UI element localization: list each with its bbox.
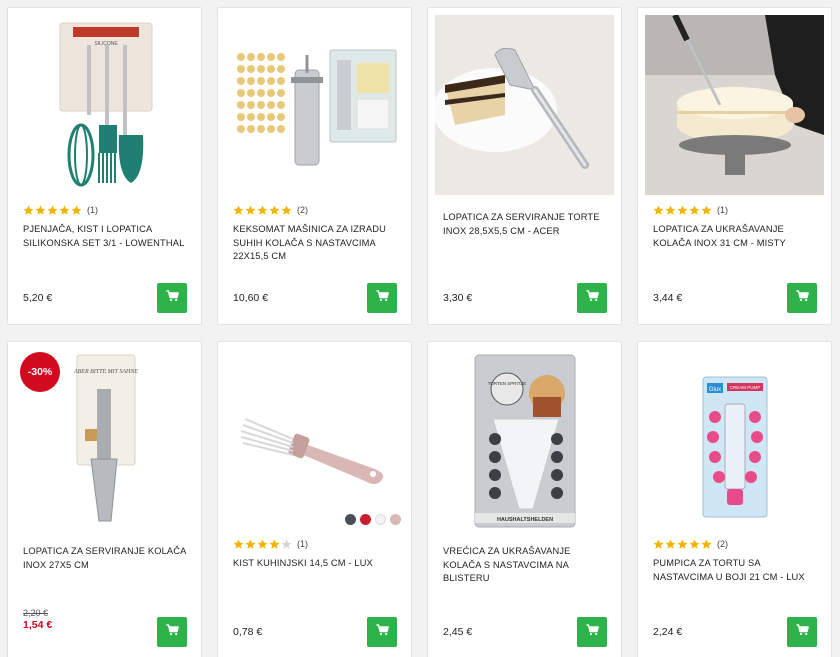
product-title[interactable]: VREĆICA ZA UKRAŠAVANJE KOLAČA S NASTAVCI…	[443, 545, 609, 586]
price: 2,24 €	[653, 626, 683, 638]
star-filled-icon	[35, 205, 46, 215]
product-title[interactable]: LOPATICA ZA UKRAŠAVANJE KOLAČA INOX 31 C…	[653, 223, 819, 250]
price: 3,44 €	[653, 292, 683, 304]
add-to-cart-button[interactable]	[577, 617, 607, 647]
add-to-cart-button[interactable]	[367, 283, 397, 313]
rating: (2)	[233, 203, 308, 217]
star-filled-icon	[245, 539, 256, 549]
cart-icon	[166, 289, 179, 307]
review-count: (1)	[87, 205, 98, 215]
color-swatch[interactable]	[375, 514, 386, 525]
star-filled-icon	[47, 205, 58, 215]
star-filled-icon	[59, 205, 70, 215]
rating: (1)	[23, 203, 98, 217]
star-filled-icon	[677, 539, 688, 549]
product-image[interactable]	[645, 15, 824, 195]
product-image[interactable]: SILICONE	[15, 15, 194, 195]
star-filled-icon	[677, 205, 688, 215]
star-filled-icon	[653, 205, 664, 215]
product-image[interactable]	[225, 15, 404, 195]
price: 2,45 €	[443, 626, 473, 638]
add-to-cart-button[interactable]	[577, 283, 607, 313]
cart-icon	[376, 289, 389, 307]
product-title[interactable]: LOPATICA ZA SERVIRANJE TORTE INOX 28,5X5…	[443, 211, 609, 238]
star-filled-icon	[233, 539, 244, 549]
product-title[interactable]: KEKSOMAT MAŠINICA ZA IZRADU SUHIH KOLAČA…	[233, 223, 399, 264]
star-rating	[653, 539, 712, 550]
cart-icon	[796, 623, 809, 641]
discount-badge: -30%	[20, 352, 60, 392]
review-count: (1)	[297, 539, 308, 549]
package-brand: Glux	[709, 387, 721, 393]
star-filled-icon	[257, 205, 268, 215]
cart-icon	[376, 623, 389, 641]
star-rating	[23, 205, 82, 216]
price: 5,20 €	[23, 292, 53, 304]
star-rating	[233, 539, 292, 550]
product-card[interactable]: LOPATICA ZA SERVIRANJE TORTE INOX 28,5X5…	[427, 7, 622, 325]
product-image[interactable]: TORTEN SPRITZE HAUSHALTSHELDEN	[435, 349, 614, 529]
cart-icon	[796, 289, 809, 307]
rating: (1)	[653, 203, 728, 217]
rating: (1)	[233, 537, 308, 551]
price: 10,60 €	[233, 292, 269, 304]
package-label: CREAM PUMP	[730, 385, 761, 390]
add-to-cart-button[interactable]	[157, 617, 187, 647]
color-swatch[interactable]	[390, 514, 401, 525]
product-image[interactable]: Glux CREAM PUMP	[645, 349, 824, 529]
package-brand: HAUSHALTSHELDEN	[497, 517, 553, 523]
star-filled-icon	[269, 539, 280, 549]
old-price: 2,20 €	[23, 608, 49, 618]
review-count: (2)	[717, 539, 728, 549]
cart-icon	[166, 623, 179, 641]
product-card[interactable]: Glux CREAM PUMP (2) PUMPICA ZA TORTU SA …	[637, 341, 832, 657]
product-card[interactable]: -30% ABER BITTE MIT SAHNE LOPATICA ZA SE…	[7, 341, 202, 657]
color-swatch[interactable]	[360, 514, 371, 525]
package-label: ABER BITTE MIT SAHNE	[73, 369, 138, 375]
product-title[interactable]: PUMPICA ZA TORTU SA NASTAVCIMA U BOJI 21…	[653, 557, 819, 584]
star-filled-icon	[23, 205, 34, 215]
star-filled-icon	[665, 205, 676, 215]
star-filled-icon	[71, 205, 82, 215]
add-to-cart-button[interactable]	[787, 283, 817, 313]
price: 3,30 €	[443, 292, 473, 304]
package-label: TORTEN SPRITZE	[488, 381, 527, 386]
star-filled-icon	[701, 539, 712, 549]
cart-icon	[586, 289, 599, 307]
star-filled-icon	[281, 205, 292, 215]
add-to-cart-button[interactable]	[157, 283, 187, 313]
star-empty-icon	[281, 539, 292, 549]
cart-icon	[586, 623, 599, 641]
star-filled-icon	[257, 539, 268, 549]
review-count: (2)	[297, 205, 308, 215]
star-rating	[653, 205, 712, 216]
product-title[interactable]: KIST KUHINJSKI 14,5 CM - LUX	[233, 557, 399, 571]
star-filled-icon	[701, 205, 712, 215]
color-swatches	[345, 514, 401, 525]
rating: (2)	[653, 537, 728, 551]
add-to-cart-button[interactable]	[367, 617, 397, 647]
star-filled-icon	[233, 205, 244, 215]
product-card[interactable]: (1) KIST KUHINJSKI 14,5 CM - LUX 0,78 €	[217, 341, 412, 657]
review-count: (1)	[717, 205, 728, 215]
product-image[interactable]	[225, 349, 404, 529]
star-filled-icon	[653, 539, 664, 549]
add-to-cart-button[interactable]	[787, 617, 817, 647]
star-filled-icon	[689, 539, 700, 549]
star-filled-icon	[269, 205, 280, 215]
product-card[interactable]: TORTEN SPRITZE HAUSHALTSHELDEN VREĆICA Z…	[427, 341, 622, 657]
sale-price: 1,54 €	[23, 619, 53, 631]
product-image[interactable]	[435, 15, 614, 195]
star-filled-icon	[245, 205, 256, 215]
product-title[interactable]: LOPATICA ZA SERVIRANJE KOLAČA INOX 27X5 …	[23, 545, 189, 572]
product-card[interactable]: (2) KEKSOMAT MAŠINICA ZA IZRADU SUHIH KO…	[217, 7, 412, 325]
product-card[interactable]: SILICONE (1) PJENJAČA, KIST I LOPATICA S…	[7, 7, 202, 325]
star-filled-icon	[665, 539, 676, 549]
price: 0,78 €	[233, 626, 263, 638]
color-swatch[interactable]	[345, 514, 356, 525]
star-filled-icon	[689, 205, 700, 215]
product-title[interactable]: PJENJAČA, KIST I LOPATICA SILIKONSKA SET…	[23, 223, 189, 250]
star-rating	[233, 205, 292, 216]
product-card[interactable]: (1) LOPATICA ZA UKRAŠAVANJE KOLAČA INOX …	[637, 7, 832, 325]
